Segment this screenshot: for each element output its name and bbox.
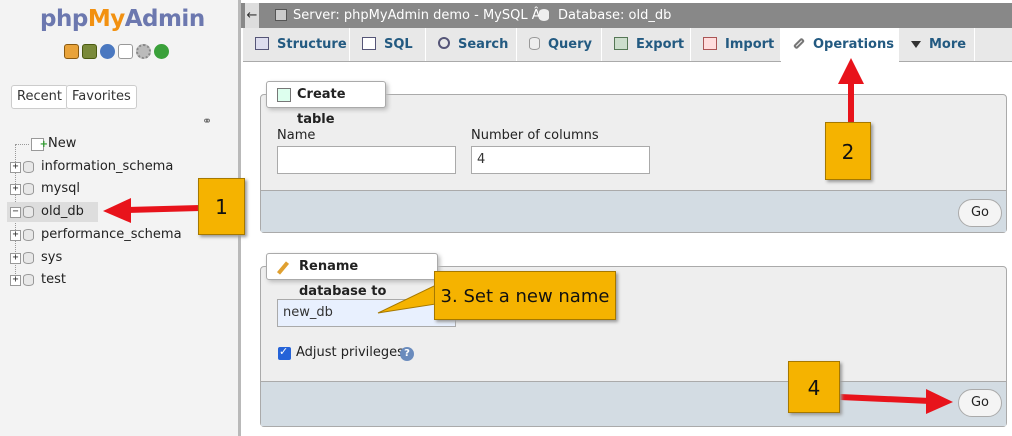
callout-step-3: 3. Set a new name: [434, 271, 616, 320]
arrow-2-head: [838, 58, 864, 84]
arrow-1-line: [125, 205, 201, 213]
arrow-4-line: [839, 394, 931, 404]
callout-3-pointer: [377, 284, 437, 314]
arrow-4-head: [926, 389, 953, 414]
callout-step-1: 1: [198, 178, 245, 235]
callout-step-2: 2: [825, 122, 871, 180]
annotation-arrows: [103, 58, 953, 414]
arrow-1-head: [103, 198, 131, 223]
callout-step-4: 4: [788, 361, 840, 413]
